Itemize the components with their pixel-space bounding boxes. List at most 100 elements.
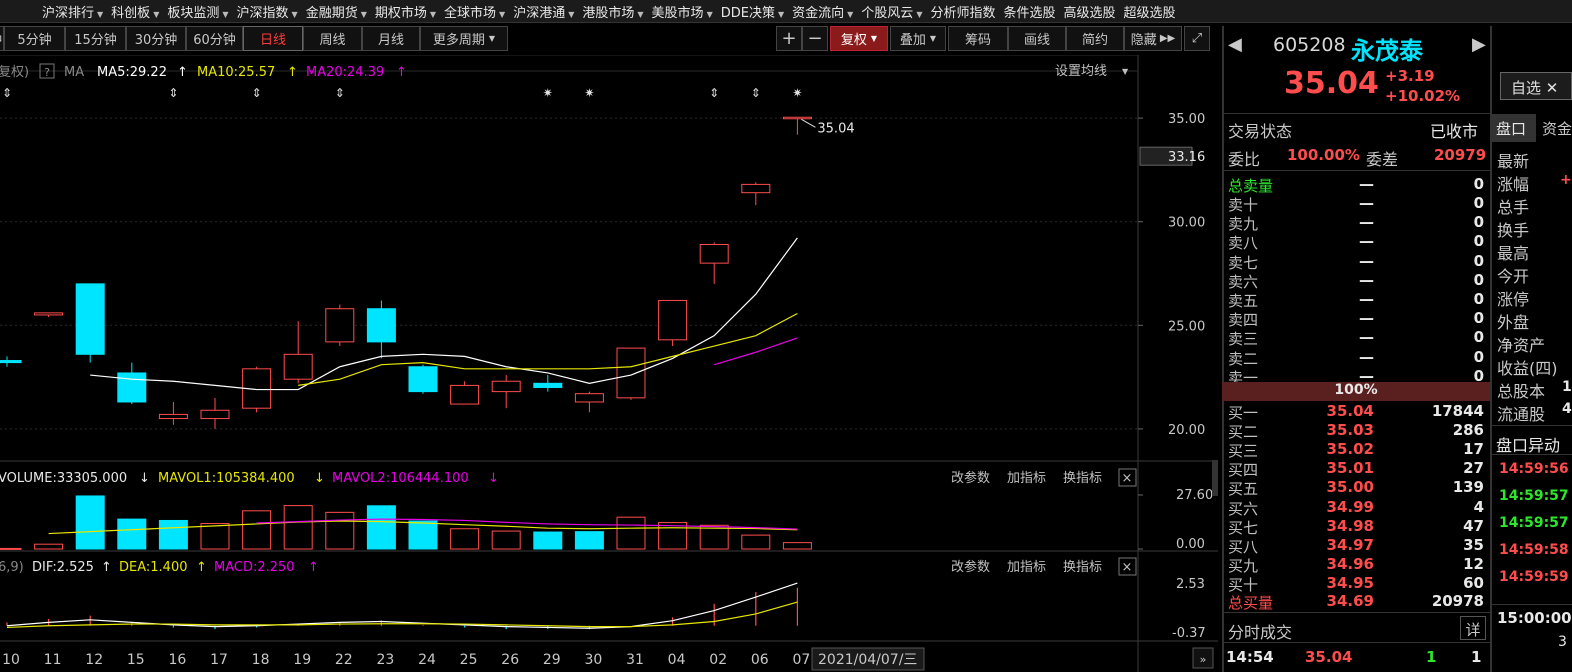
next-stock-button[interactable]: ▶ <box>1472 34 1486 55</box>
volume-bar <box>283 505 313 550</box>
menu-item[interactable]: 期权市场 ▼ <box>367 2 436 21</box>
callout-line <box>801 118 816 128</box>
level-volume: 0 <box>1473 232 1484 251</box>
date-axis-label: 19 <box>293 652 311 668</box>
candle-body <box>574 393 604 403</box>
menu-item-label: 资金流向 <box>792 5 845 21</box>
weicha-value: 20979 <box>1434 146 1487 164</box>
period-day-button[interactable]: 日线 <box>243 26 303 51</box>
menu-item[interactable]: 板块监测 ▼ <box>159 2 228 21</box>
date-axis-label: 16 <box>168 652 186 668</box>
menu-item[interactable]: 分析师指数 <box>922 2 995 21</box>
anomaly-time[interactable]: 14:59:57 <box>1499 515 1569 531</box>
hide-button[interactable]: 隐藏 ▶▶ <box>1124 26 1182 51</box>
period-30min-button[interactable]: 30分钟 <box>126 26 186 51</box>
period-label: 分钟 <box>0 29 2 48</box>
buy-total-value: 20978 <box>1431 592 1484 610</box>
tab-pankou[interactable]: 盘口 <box>1492 114 1536 142</box>
ratio-text: 100% <box>1334 382 1378 398</box>
ma20-value: MA20:24.39 <box>306 65 384 80</box>
event-marker-icon: ⇕ <box>168 86 178 100</box>
level-price: 35.01 <box>1326 459 1374 478</box>
level-label: 买六 <box>1228 499 1259 518</box>
candle-body <box>408 366 438 393</box>
ask-row: 卖四 — 0 <box>1228 309 1486 329</box>
menu-item-label: 个股风云 <box>861 5 914 21</box>
menu-item[interactable]: 条件选股 <box>995 2 1055 21</box>
level-label: 卖八 <box>1228 234 1259 253</box>
menu-item[interactable]: 资金流向 ▼ <box>784 2 853 21</box>
period-15min-button[interactable]: 15分钟 <box>65 26 126 51</box>
indicator-add-button[interactable]: 加指标 <box>1007 471 1046 486</box>
menu-item[interactable]: 全球市场 ▼ <box>436 2 505 21</box>
draw-line-button[interactable]: 画线 <box>1008 26 1066 51</box>
menu-item[interactable]: 沪深港通 ▼ <box>505 2 574 21</box>
menu-item[interactable]: 港股市场 ▼ <box>574 2 643 21</box>
zoom-in-button[interactable]: + <box>776 26 802 51</box>
add-watchlist-button[interactable]: 自选 ✕ <box>1500 72 1572 100</box>
period-5min-button[interactable]: 5分钟 <box>4 26 65 51</box>
menu-item[interactable]: 金融期货 ▼ <box>298 2 367 21</box>
volume-bar <box>491 530 521 550</box>
candle-body <box>0 360 22 364</box>
dea-line <box>6 601 798 629</box>
menu-item[interactable]: 个股风云 ▼ <box>853 2 922 21</box>
fuquan-dropdown[interactable]: 复权 ▼ <box>830 26 888 51</box>
panel-collapse-handle[interactable] <box>1212 460 1218 496</box>
zongguben-partial: 1 <box>1562 379 1572 395</box>
bid-row: 买四 35.01 27 <box>1228 459 1486 479</box>
level-label: 买八 <box>1228 537 1259 556</box>
level-label: 卖九 <box>1228 215 1259 234</box>
level-volume: 0 <box>1473 290 1484 308</box>
menu-item[interactable]: 沪深指数 ▼ <box>229 2 298 21</box>
chart-area[interactable]: 35.00 30.00 25.00 20.00 33.16 ⇕ ⇕ ⇕ ⇕ ✷ ✷ ⇕ ⇕ ✷ 35.04 复… <box>0 54 1218 672</box>
level-volume: 286 <box>1452 421 1484 440</box>
anomaly-time[interactable]: 14:59:57 <box>1499 488 1569 504</box>
indicator-swap-button[interactable]: 换指标 <box>1063 471 1102 486</box>
fullscreen-button[interactable]: ⤢ <box>1184 26 1210 51</box>
tick-detail-button[interactable]: 详 <box>1460 616 1486 640</box>
indicator-change-button[interactable]: 改参数 <box>951 470 990 486</box>
anomaly-time[interactable]: 14:59:59 <box>1499 569 1569 585</box>
period-60min-button[interactable]: 60分钟 <box>186 26 243 51</box>
level-price: — <box>1359 290 1374 308</box>
level-price: — <box>1359 194 1374 212</box>
date-axis-label: 18 <box>252 652 270 668</box>
kline-chart[interactable]: 35.00 30.00 25.00 20.00 33.16 ⇕ ⇕ ⇕ ⇕ ✷ ✷ ⇕ ⇕ ✷ 35.04 复… <box>0 54 1218 672</box>
stat-label: 收益(四) <box>1497 359 1558 378</box>
menu-item[interactable]: DDE决策 ▼ <box>713 2 784 21</box>
anomaly-time[interactable]: 14:59:56 <box>1499 461 1569 477</box>
level-price: 34.95 <box>1326 573 1374 592</box>
indicator-add-button[interactable]: 加指标 <box>1007 560 1046 575</box>
level-volume: 12 <box>1463 554 1484 573</box>
level-volume: 17844 <box>1431 402 1484 420</box>
prev-stock-button[interactable]: ◀ <box>1228 34 1242 55</box>
overlay-dropdown[interactable]: 叠加 ▼ <box>890 26 946 51</box>
simple-mode-button[interactable]: 简约 <box>1066 26 1124 51</box>
volume-bar <box>0 547 22 550</box>
chips-button[interactable]: 筹码 <box>948 26 1008 51</box>
level-label: 卖六 <box>1228 272 1259 291</box>
menu-item[interactable]: 科创板 ▼ <box>103 2 159 21</box>
indicator-swap-button[interactable]: 换指标 <box>1063 560 1102 575</box>
level-price: — <box>1359 251 1374 270</box>
volume-bar <box>242 510 272 550</box>
anomaly-time[interactable]: 14:59:58 <box>1499 542 1569 558</box>
last-price-callout: 35.04 <box>817 121 854 136</box>
divider <box>1222 612 1490 613</box>
candle-body <box>283 353 313 380</box>
zoom-out-button[interactable]: − <box>802 26 828 51</box>
ma-settings-button[interactable]: 设置均线 <box>1055 64 1107 79</box>
period-month-button[interactable]: 月线 <box>362 26 420 51</box>
indicator-change-button[interactable]: 改参数 <box>951 559 990 575</box>
tab-zijin[interactable]: 资金 <box>1538 114 1572 142</box>
menu-item[interactable]: 超级选股 <box>1116 2 1176 21</box>
period-week-button[interactable]: 周线 <box>303 26 362 51</box>
stat-label: 最新 <box>1497 152 1530 171</box>
event-marker-icon: ✷ <box>543 86 553 100</box>
period-more-dropdown[interactable]: 更多周期 ▼ <box>420 26 508 51</box>
menu-item[interactable]: 沪深排行 ▼ <box>0 2 103 21</box>
event-marker-icon: ✷ <box>584 86 594 100</box>
menu-item[interactable]: 高级选股 <box>1056 2 1116 21</box>
menu-item[interactable]: 美股市场 ▼ <box>644 2 713 21</box>
